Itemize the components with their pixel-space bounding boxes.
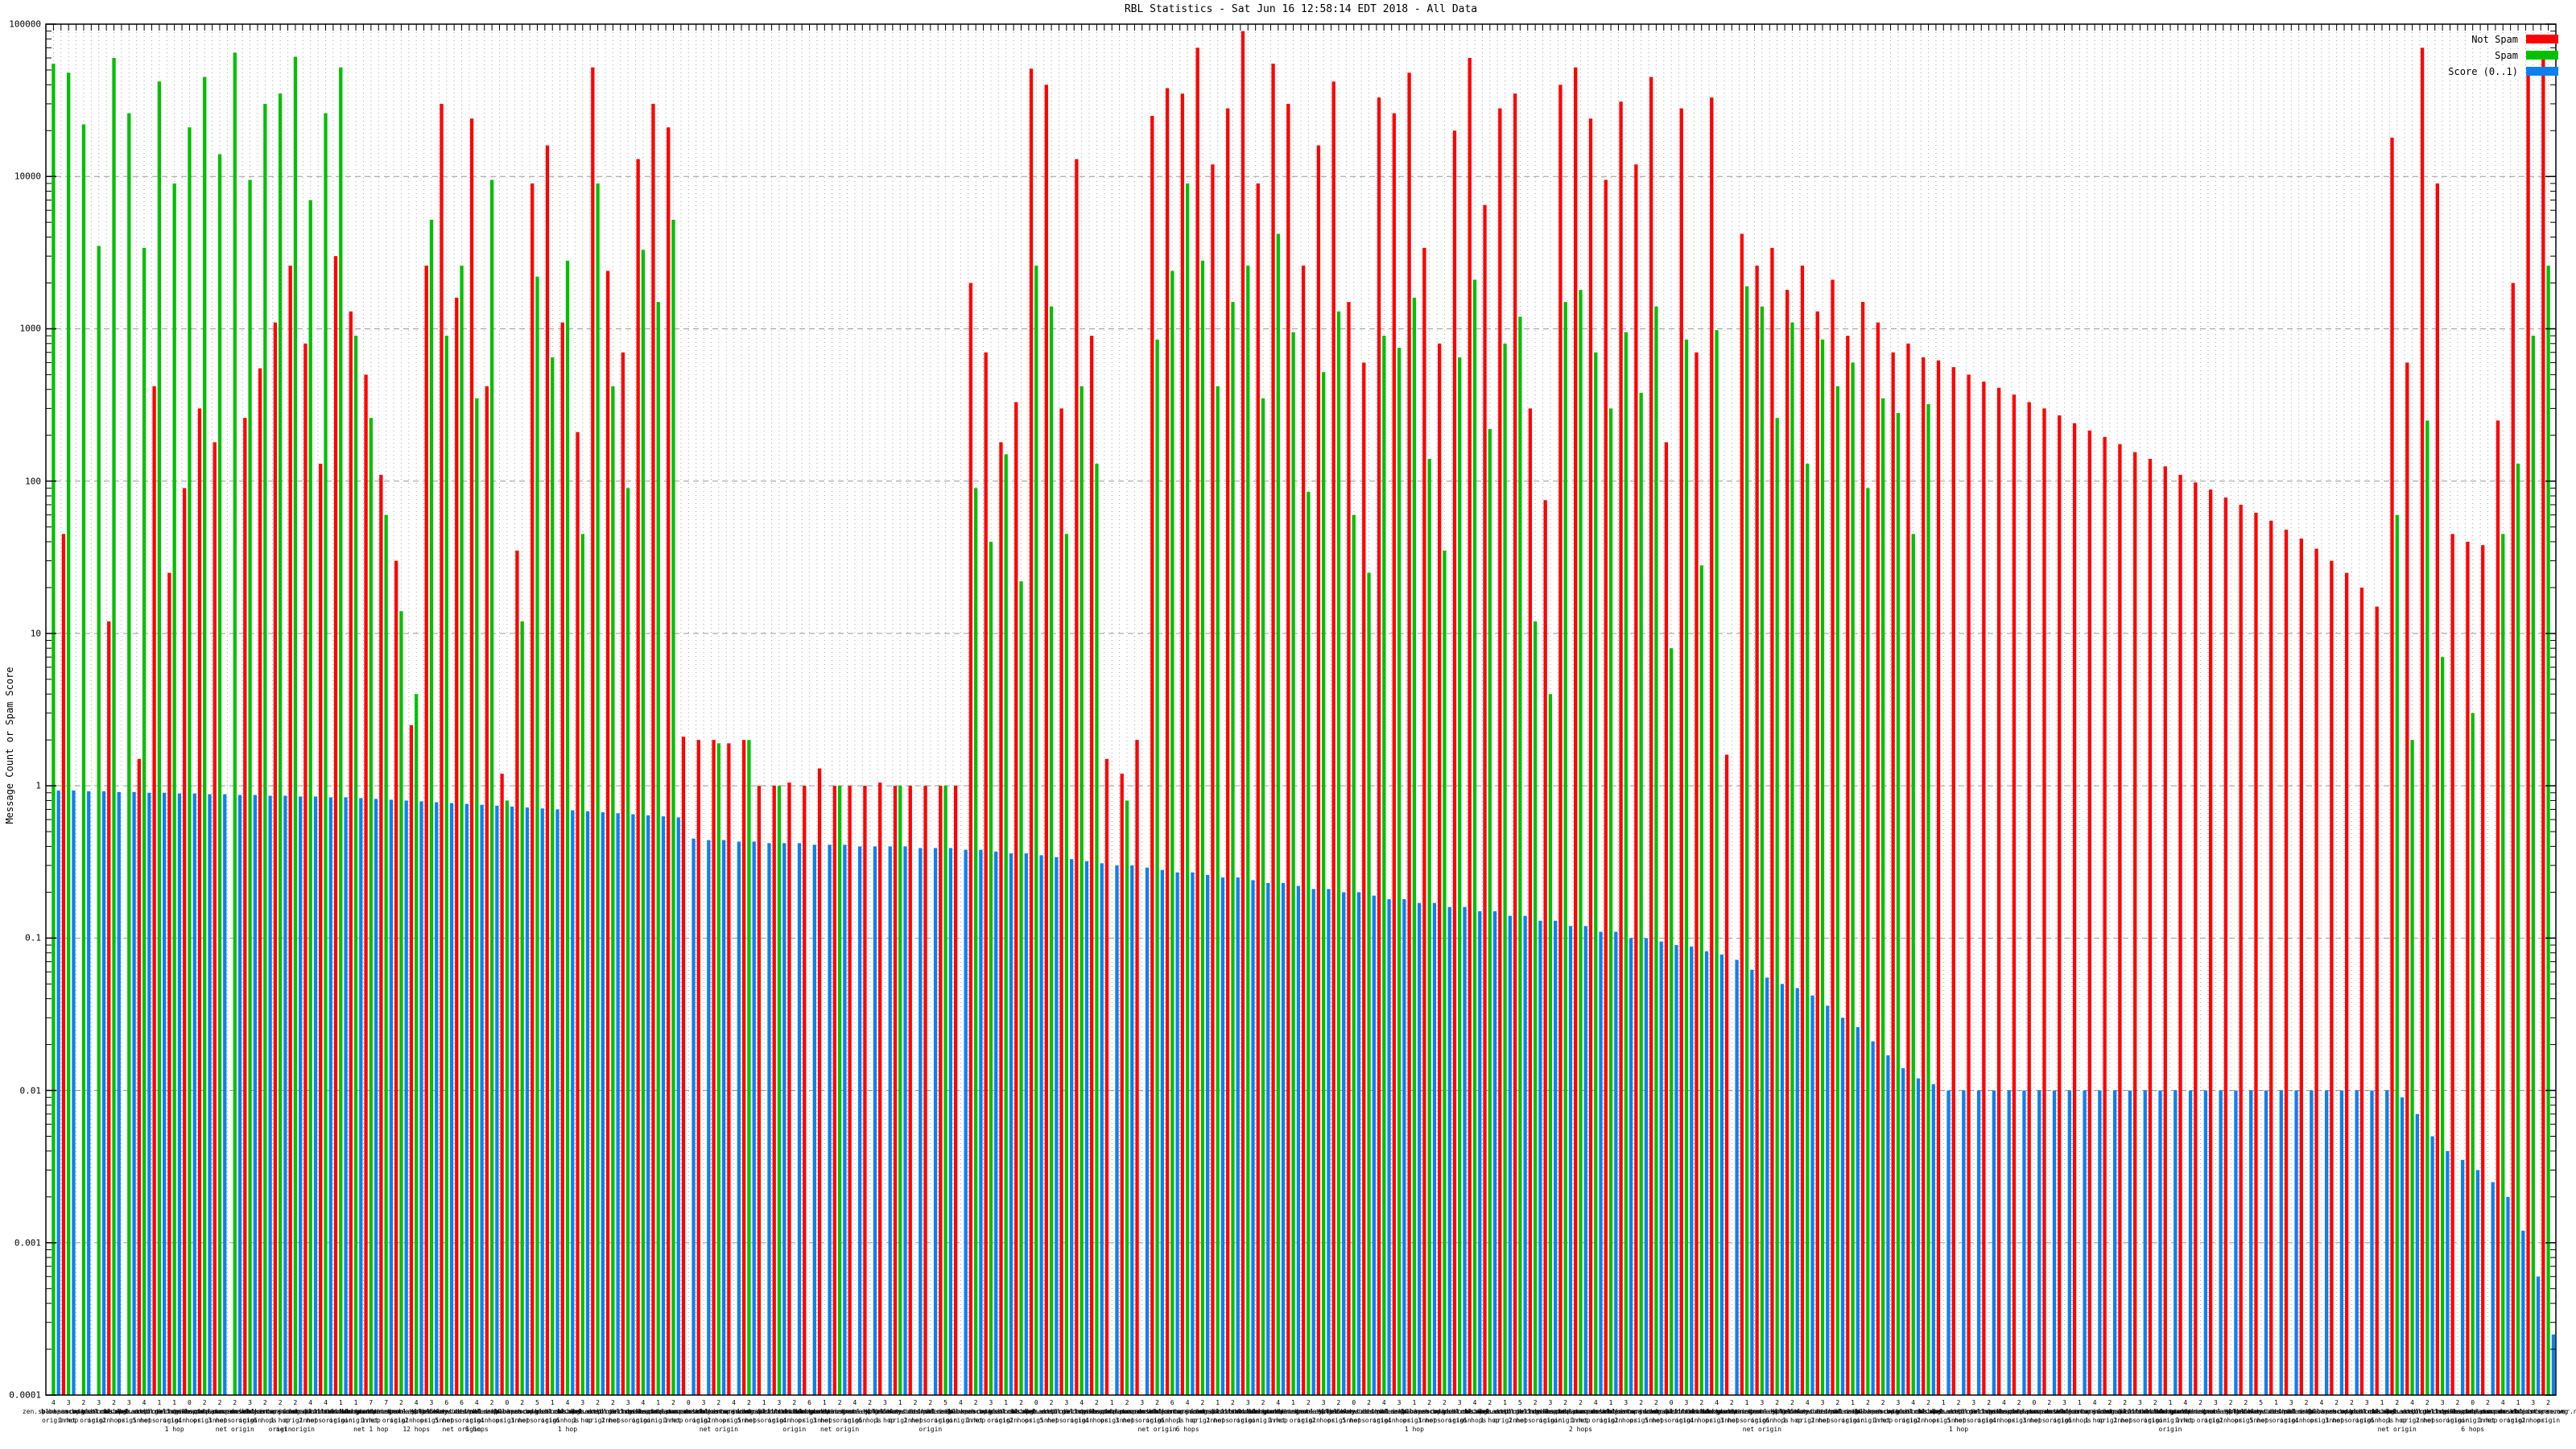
y-tick-label: 0.1	[1, 933, 41, 943]
y-tick-label: 0.01	[1, 1085, 41, 1096]
y-tick-label: 100000	[1, 19, 41, 30]
y-tick-label: 100	[1, 476, 41, 486]
legend-item-score: Score (0..1)	[2446, 66, 2558, 76]
y-tick-label: 1000	[1, 324, 41, 334]
y-tick-label: 0.0001	[1, 1390, 41, 1401]
legend-swatch-not-spam	[2526, 35, 2558, 43]
y-tick-label: 10000	[1, 171, 41, 182]
y-tick-label: 1	[1, 781, 41, 791]
legend: Not Spam Spam Score (0..1)	[2446, 34, 2558, 76]
legend-item-spam: Spam	[2446, 50, 2558, 60]
plot-area	[0, 0, 2576, 1449]
legend-item-not-spam: Not Spam	[2446, 34, 2558, 44]
legend-label-score: Score (0..1)	[2446, 66, 2520, 77]
y-tick-label: 0.001	[1, 1237, 41, 1248]
legend-label-not-spam: Not Spam	[2470, 34, 2520, 45]
y-tick-label: 10	[1, 628, 41, 638]
legend-label-spam: Spam	[2493, 50, 2520, 61]
rbl-statistics-chart: RBL Statistics - Sat Jun 16 12:58:14 EDT…	[0, 0, 2576, 1449]
legend-swatch-spam	[2526, 51, 2558, 60]
legend-swatch-score	[2526, 67, 2558, 76]
